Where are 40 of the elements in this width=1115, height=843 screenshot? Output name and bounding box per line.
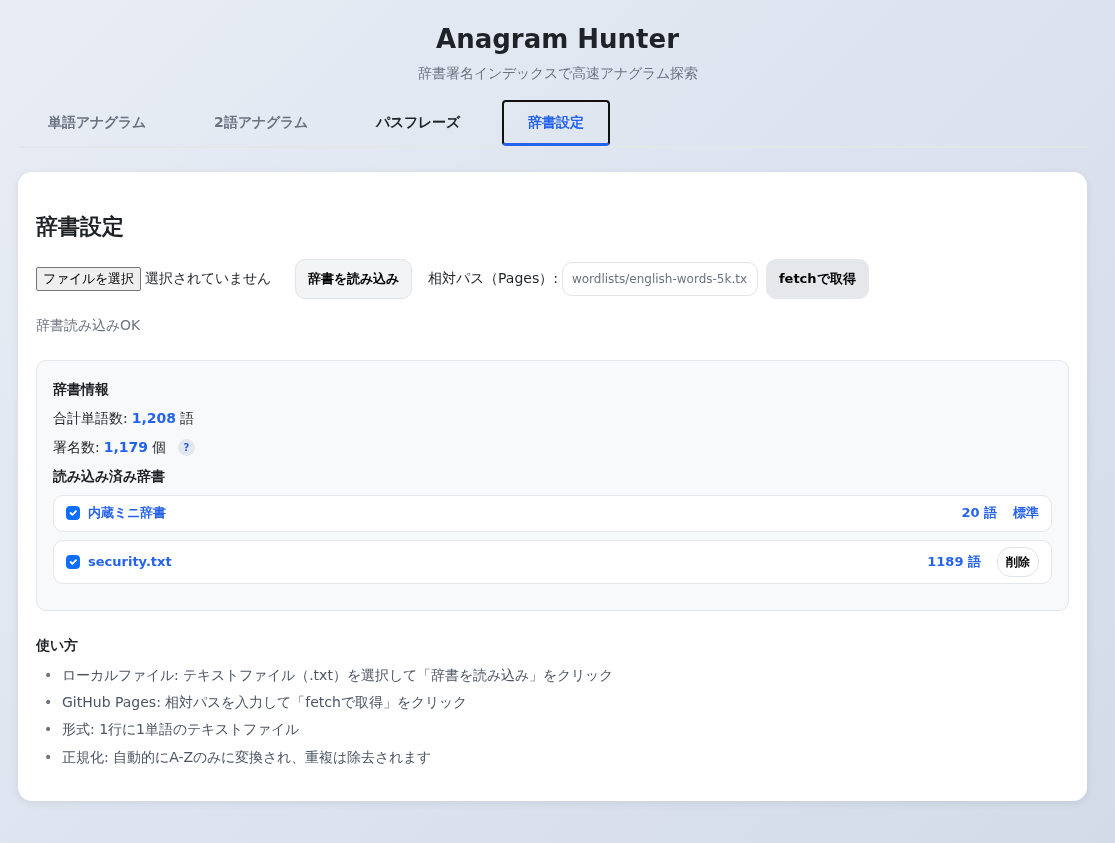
tab[interactable]: パスフレーズ: [349, 100, 486, 147]
stat-unit: 語: [180, 408, 194, 428]
bullet: •: [44, 747, 54, 767]
help-icon[interactable]: ?: [178, 438, 195, 456]
bullet: •: [44, 693, 54, 713]
loaded-dictionaries-title: 読み込み済み辞書: [53, 466, 166, 486]
dictionary-name: 内蔵ミニ辞書: [88, 504, 166, 523]
panel-title: 辞書設定: [36, 213, 125, 242]
tab[interactable]: 単語アナグラム: [22, 100, 172, 147]
bullet: •: [44, 665, 54, 685]
dictionary-checkbox[interactable]: [66, 506, 80, 521]
app-subtitle: 辞書署名インデックスで高速アナグラム探索: [416, 64, 699, 84]
usage-item: 形式: 1行に1単語のテキストファイル: [62, 720, 299, 740]
usage-item: ローカルファイル: テキストファイル（.txt）を選択して「辞書を読み込み」をクリック: [62, 665, 613, 685]
word-count: 1189 語: [927, 552, 981, 571]
word-count: 20 語: [961, 504, 997, 523]
tab[interactable]: 2語アナグラム: [188, 100, 334, 147]
fetch-button[interactable]: fetchで取得: [765, 259, 869, 299]
path-label: 相対パス（Pages）:: [428, 269, 558, 289]
file-choose-button[interactable]: ファイルを選択: [36, 267, 141, 291]
stat-label: 合計単語数:: [53, 408, 128, 428]
app-title: Anagram Hunter: [435, 24, 680, 56]
dictionary-checkbox[interactable]: [66, 554, 80, 569]
stat-unit: 個: [152, 437, 166, 457]
usage-item: GitHub Pages: 相対パスを入力して「fetchで取得」をクリック: [62, 693, 467, 713]
path-input-field[interactable]: wordlists/english-words-5k.tx: [561, 261, 758, 296]
stat-value: 1,179: [103, 437, 148, 457]
stat-label: 署名数:: [53, 437, 100, 457]
delete-button[interactable]: 削除: [997, 546, 1039, 577]
tab[interactable]: 辞書設定: [501, 100, 610, 147]
bullet: •: [44, 720, 54, 740]
load-dictionary-button[interactable]: 辞書を読み込み: [295, 259, 412, 299]
usage-item: 正規化: 自動的にA-Zのみに変換され、重複は除去されます: [62, 747, 432, 767]
info-title: 辞書情報: [53, 379, 110, 399]
usage-title: 使い方: [36, 635, 79, 655]
stat-value: 1,208: [131, 408, 176, 428]
status-text: 辞書読み込みOK: [36, 315, 142, 335]
dictionary-name: security.txt: [88, 552, 172, 571]
default-label: 標準: [1013, 504, 1039, 523]
file-status-text: 選択されていません: [145, 269, 271, 289]
